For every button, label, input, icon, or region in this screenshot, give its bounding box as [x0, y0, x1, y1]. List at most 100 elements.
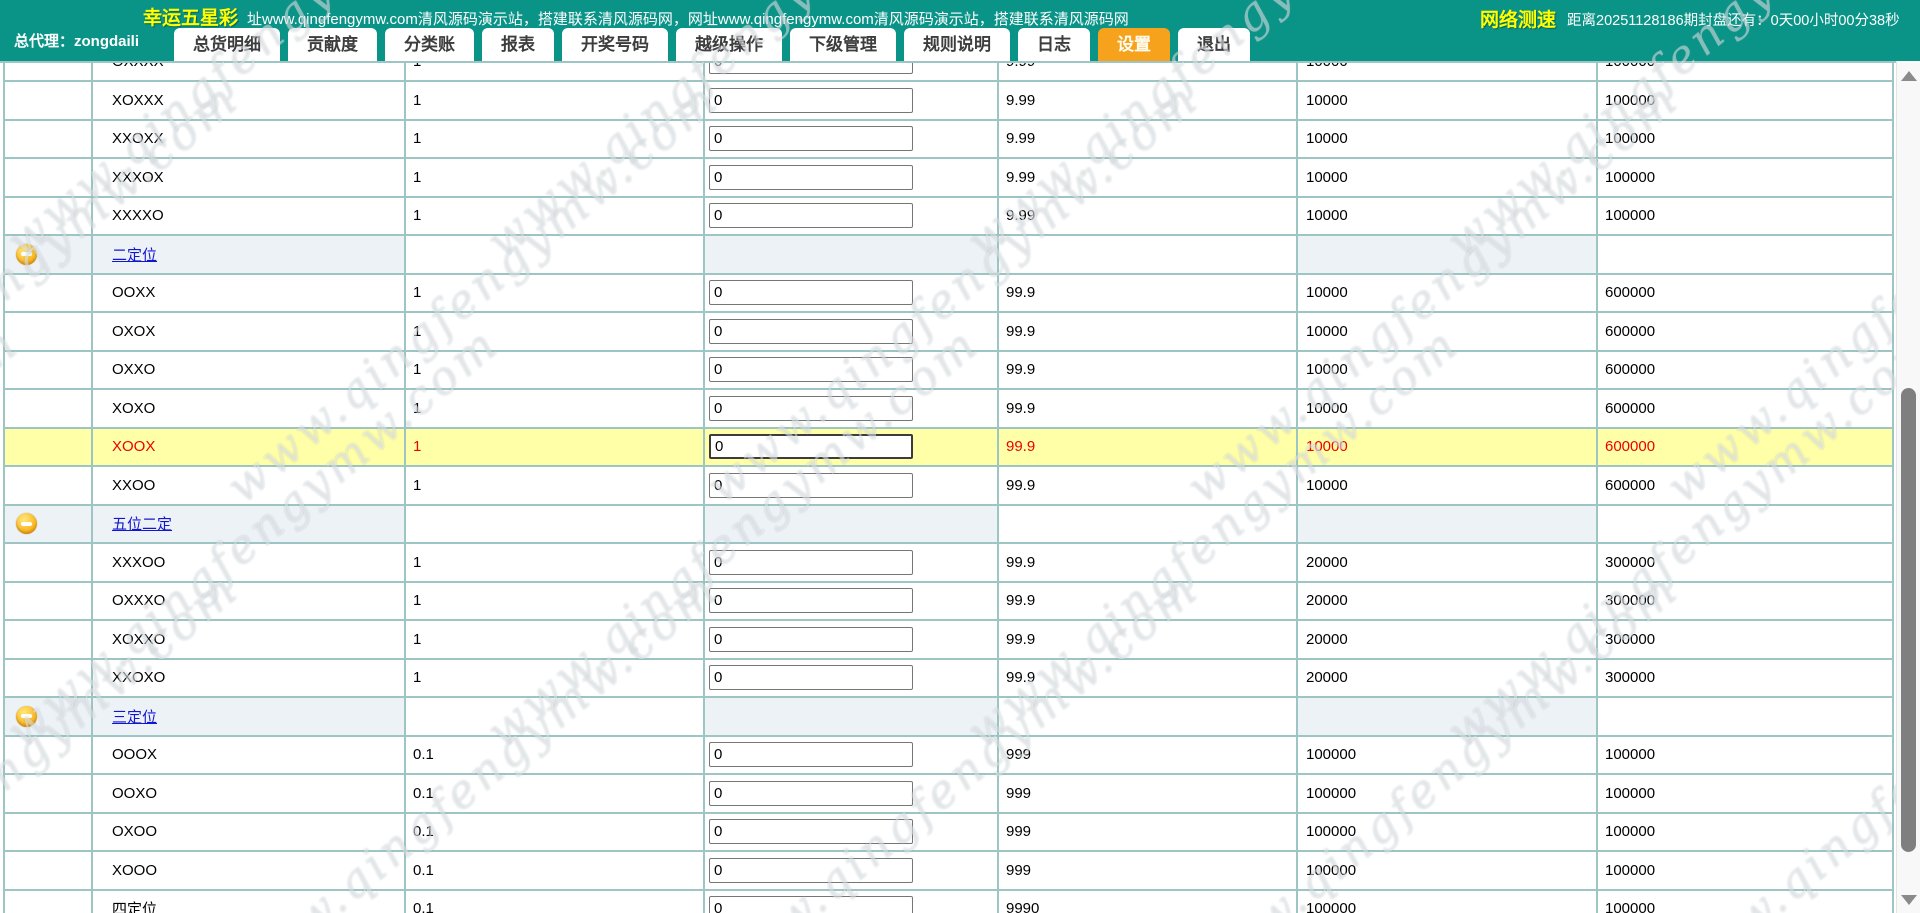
bet-type-cell: XXXOX: [93, 159, 406, 196]
rebate-cell: 1: [406, 313, 705, 350]
amount-input[interactable]: [709, 742, 913, 768]
input-cell: [705, 63, 999, 80]
amount-input[interactable]: [709, 203, 913, 229]
rebate-cell: 0.1: [406, 852, 705, 889]
limit2-cell: 100000: [1598, 120, 1894, 157]
input-cell: [705, 236, 999, 273]
tab-总货明细[interactable]: 总货明细: [174, 28, 280, 61]
rebate-cell: 1: [406, 621, 705, 658]
limit2-cell: 600000: [1598, 390, 1894, 427]
amount-input[interactable]: [709, 472, 913, 498]
scrollbar-up-icon[interactable]: [1901, 71, 1917, 81]
bet-type-cell: XXOXX: [93, 120, 406, 157]
amount-input[interactable]: [709, 126, 913, 152]
table-row: XOXO1 99.910000600000: [5, 390, 1894, 429]
scrollbar-thumb[interactable]: [1901, 388, 1916, 852]
limit2-cell: 100000: [1598, 813, 1894, 850]
tab-开奖号码[interactable]: 开奖号码: [562, 28, 668, 61]
group-row: 二定位: [5, 236, 1894, 275]
collapse-minus-icon[interactable]: [16, 513, 37, 535]
bet-type-cell: 三定位: [93, 698, 406, 735]
limit1-cell: 100000: [1298, 890, 1598, 913]
limit2-cell: 600000: [1598, 428, 1894, 465]
odds-cell: 9.99: [999, 197, 1298, 234]
limit2-cell: 600000: [1598, 274, 1894, 311]
vertical-scrollbar[interactable]: [1896, 61, 1920, 913]
limit2-cell: 600000: [1598, 313, 1894, 350]
limit2-cell: 100000: [1598, 63, 1894, 80]
group-toggle-link[interactable]: 三定位: [112, 706, 157, 727]
tab-规则说明[interactable]: 规则说明: [904, 28, 1010, 61]
collapse-minus-icon[interactable]: [16, 243, 37, 265]
group-row: 三定位: [5, 698, 1894, 737]
bet-type-cell: OXXO: [93, 351, 406, 388]
tab-越级操作[interactable]: 越级操作: [676, 28, 782, 61]
amount-input[interactable]: [709, 164, 913, 190]
bet-type-cell: OXXXX: [93, 63, 406, 80]
bet-type-cell: XXOXO: [93, 659, 406, 696]
input-cell: [705, 544, 999, 581]
odds-cell: [999, 236, 1298, 273]
amount-input[interactable]: [709, 318, 913, 344]
limit1-cell: 10000: [1298, 390, 1598, 427]
input-cell: [705, 890, 999, 913]
input-cell: [705, 313, 999, 350]
odds-cell: 99.9: [999, 313, 1298, 350]
amount-input[interactable]: [709, 395, 913, 421]
input-cell: [705, 351, 999, 388]
odds-cell: 999: [999, 775, 1298, 812]
expand-cell: [5, 351, 93, 388]
group-toggle-link[interactable]: 二定位: [112, 244, 157, 265]
amount-input[interactable]: [709, 819, 913, 845]
amount-input[interactable]: [709, 434, 913, 460]
limit1-cell: 10000: [1298, 428, 1598, 465]
bet-type-cell: 四定位: [93, 890, 406, 913]
collapse-minus-icon[interactable]: [16, 705, 37, 727]
amount-input[interactable]: [709, 63, 913, 75]
tab-下级管理[interactable]: 下级管理: [790, 28, 896, 61]
tab-贡献度[interactable]: 贡献度: [288, 28, 377, 61]
table-row: XXOO1 99.910000600000: [5, 467, 1894, 506]
tab-设置[interactable]: 设置: [1098, 28, 1170, 61]
tab-退出[interactable]: 退出: [1178, 28, 1250, 61]
expand-cell: [5, 82, 93, 119]
network-speed-link[interactable]: 网络测速: [1480, 5, 1556, 32]
top-bar: 总代理：zongdaili 幸运五星彩 址www.qingfengymw.com…: [0, 0, 1920, 61]
expand-cell: [5, 63, 93, 80]
odds-cell: 99.9: [999, 621, 1298, 658]
group-toggle-link[interactable]: 五位二定: [112, 513, 172, 534]
rebate-cell: 1: [406, 659, 705, 696]
expand-cell: [5, 890, 93, 913]
table-row: XOXXX1 9.9910000100000: [5, 82, 1894, 121]
odds-cell: 99.9: [999, 659, 1298, 696]
tab-报表[interactable]: 报表: [482, 28, 554, 61]
scrollbar-down-icon[interactable]: [1901, 895, 1917, 905]
table-row: OXXXX1 9.9910000100000: [5, 63, 1894, 82]
limit1-cell: [1298, 698, 1598, 735]
rebate-cell: 1: [406, 467, 705, 504]
input-cell: [705, 736, 999, 773]
amount-input[interactable]: [709, 588, 913, 614]
tab-日志[interactable]: 日志: [1018, 28, 1090, 61]
tab-分类账[interactable]: 分类账: [385, 28, 474, 61]
amount-input[interactable]: [709, 280, 913, 306]
amount-input[interactable]: [709, 357, 913, 383]
table-row: OXOX1 99.910000600000: [5, 313, 1894, 352]
amount-input[interactable]: [709, 857, 913, 883]
rebate-cell: 1: [406, 390, 705, 427]
bet-type-cell: OOXX: [93, 274, 406, 311]
input-cell: [705, 467, 999, 504]
amount-input[interactable]: [709, 549, 913, 575]
rebate-cell: 0.1: [406, 736, 705, 773]
amount-input[interactable]: [709, 626, 913, 652]
limit2-cell: [1598, 505, 1894, 542]
odds-table: OXXXX19.9910000100000XOXXX19.99100001000…: [0, 61, 1896, 913]
table-row: XXXOX1 9.9910000100000: [5, 159, 1894, 198]
odds-cell: 99.9: [999, 582, 1298, 619]
amount-input[interactable]: [709, 87, 913, 113]
table-row: XOXXO1 99.920000300000: [5, 621, 1894, 660]
amount-input[interactable]: [709, 780, 913, 806]
amount-input[interactable]: [709, 665, 913, 691]
table-row: OOXX1 99.910000600000: [5, 274, 1894, 313]
amount-input[interactable]: [709, 896, 913, 913]
